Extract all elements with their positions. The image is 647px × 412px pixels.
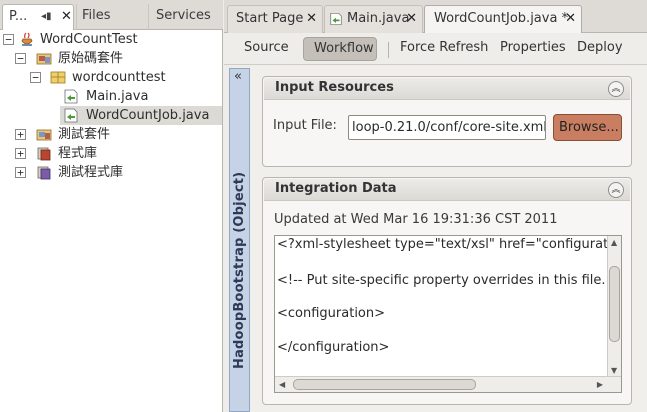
scroll-right-icon[interactable]: ▶ <box>597 380 603 389</box>
tree-node-main-java[interactable]: Main.java <box>0 87 222 106</box>
tab-services[interactable]: Services <box>148 4 222 30</box>
libraries-icon <box>37 147 51 161</box>
tab-projects[interactable]: P... ◂▮ ✕ <box>2 4 74 30</box>
source-button[interactable]: Source <box>236 37 298 61</box>
close-tab-icon[interactable]: ✕ <box>406 6 417 32</box>
scroll-up-icon[interactable]: ▲ <box>611 238 617 247</box>
java-file-icon <box>330 12 342 26</box>
toolbar-separator <box>388 42 389 58</box>
test-packages-icon <box>36 129 52 141</box>
tab-wordcountjob-java[interactable]: WordCountJob.java * ✕ <box>424 5 582 34</box>
tree-label: 程式庫 <box>58 146 98 161</box>
section-header: Integration Data ︽ <box>264 179 630 201</box>
tree-label: 測試套件 <box>58 127 111 142</box>
tab-start-page-label: Start Page <box>236 11 304 26</box>
java-file-icon <box>64 89 78 104</box>
section-title: Input Resources <box>275 80 394 95</box>
tab-files-label: Files <box>82 8 111 23</box>
close-tab-icon[interactable]: ✕ <box>565 6 576 32</box>
tab-files[interactable]: Files <box>76 4 146 30</box>
editor-view-toolbar: Source Workflow Force Refresh Properties… <box>224 33 647 65</box>
horizontal-scrollbar[interactable]: ◀ ▶ <box>275 376 621 392</box>
tab-start-page[interactable]: Start Page ✕ <box>227 5 323 33</box>
collapse-icon[interactable]: − <box>15 53 26 64</box>
side-strip-title: HadoopBootstrap (Object) <box>232 171 247 369</box>
close-tab-icon[interactable]: ✕ <box>61 5 72 29</box>
workflow-button[interactable]: Workflow <box>303 37 377 61</box>
tab-projects-label: P... <box>9 9 28 24</box>
tree-label: WordCountTest <box>40 32 138 47</box>
projects-panel: P... ◂▮ ✕ Files Services − WordCountTest… <box>0 0 223 412</box>
xml-line: <?xml-stylesheet type="text/xsl" href="c… <box>277 237 620 252</box>
editor-tab-bar: Start Page ✕ Main.java ✕ WordCountJob.ja… <box>224 0 647 34</box>
tree-label: Main.java <box>86 89 149 104</box>
collapse-section-icon[interactable]: ︽ <box>608 182 624 198</box>
expand-icon[interactable]: + <box>15 129 26 140</box>
xml-line: <!-- Put site-specific property override… <box>277 273 620 288</box>
vertical-scroll-thumb[interactable] <box>609 266 620 342</box>
tab-main-java-label: Main.java <box>347 11 410 26</box>
horizontal-scroll-thumb[interactable] <box>293 379 476 390</box>
tree-label: 原始碼套件 <box>58 51 124 66</box>
tree-node-libraries[interactable]: + 程式庫 <box>0 144 222 163</box>
left-tab-bar: P... ◂▮ ✕ Files Services <box>0 0 223 30</box>
tree-node-wordcountjob-java[interactable]: WordCountJob.java <box>60 106 222 125</box>
input-file-label: Input File: <box>273 118 337 133</box>
properties-button[interactable]: Properties <box>500 37 566 61</box>
input-file-field[interactable]: loop-0.21.0/conf/core-site.xml <box>348 115 546 140</box>
xml-text-area[interactable]: <?xml-stylesheet type="text/xsl" href="c… <box>274 235 622 393</box>
tree-label: wordcounttest <box>72 70 166 85</box>
test-libraries-icon <box>37 166 51 180</box>
deploy-button[interactable]: Deploy <box>577 37 623 61</box>
collapse-icon[interactable]: − <box>3 34 14 45</box>
section-header: Input Resources ︽ <box>264 78 630 100</box>
collapse-strip-icon[interactable]: « <box>234 69 242 84</box>
collapse-section-icon[interactable]: ︽ <box>608 81 624 97</box>
object-side-strip: « HadoopBootstrap (Object) <box>229 68 250 412</box>
minimize-window-icon[interactable]: ◂▮ <box>41 5 52 29</box>
tree-label: WordCountJob.java <box>86 108 210 123</box>
tree-node-source-packages[interactable]: − 原始碼套件 <box>0 49 222 68</box>
java-file-icon <box>64 108 78 123</box>
project-icon <box>21 32 33 46</box>
close-tab-icon[interactable]: ✕ <box>306 6 317 32</box>
scroll-left-icon[interactable]: ◀ <box>279 380 285 389</box>
updated-timestamp: Updated at Wed Mar 16 19:31:36 CST 2011 <box>274 212 558 227</box>
scroll-down-icon[interactable]: ▼ <box>611 366 617 375</box>
tab-services-label: Services <box>156 8 211 23</box>
force-refresh-button[interactable]: Force Refresh <box>400 37 488 61</box>
collapse-icon[interactable]: − <box>30 72 41 83</box>
xml-line: <configuration> <box>277 306 386 321</box>
expand-icon[interactable]: + <box>15 148 26 159</box>
expand-icon[interactable]: + <box>15 167 26 178</box>
tree-node-test-packages[interactable]: + 測試套件 <box>0 125 222 144</box>
tree-node-project[interactable]: − WordCountTest <box>0 30 222 49</box>
section-title: Integration Data <box>275 181 397 196</box>
tree-label: 測試程式庫 <box>58 165 124 180</box>
tab-wordcountjob-label: WordCountJob.java * <box>434 11 569 26</box>
source-packages-icon <box>36 53 52 65</box>
package-icon <box>50 71 66 84</box>
tree-node-test-libraries[interactable]: + 測試程式庫 <box>0 163 222 182</box>
xml-line: </configuration> <box>277 340 390 355</box>
tab-main-java[interactable]: Main.java ✕ <box>324 5 423 33</box>
vertical-scrollbar[interactable]: ▲ ▼ <box>607 236 621 377</box>
tree-node-package[interactable]: − wordcounttest <box>0 68 222 87</box>
browse-button[interactable]: Browse... <box>553 114 622 141</box>
